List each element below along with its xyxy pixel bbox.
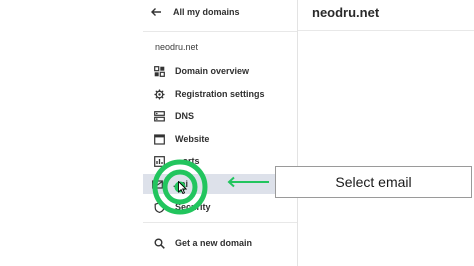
sidebar-item-label: DNS (175, 111, 195, 121)
sidebar-item-dns[interactable]: DNS (145, 106, 295, 126)
website-icon (154, 133, 165, 145)
sidebar-item-website[interactable]: Website (145, 129, 295, 149)
divider (143, 31, 297, 32)
back-to-domains-link[interactable]: All my domains (150, 4, 240, 20)
gear-icon (154, 88, 165, 100)
panel-divider (297, 0, 298, 266)
divider (143, 222, 297, 223)
arrow-left-icon (151, 8, 161, 16)
arrow-left-icon (227, 176, 269, 188)
get-new-domain-link[interactable]: Get a new domain (145, 233, 295, 253)
sidebar-item-label: Website (175, 134, 210, 144)
domain-overview-icon (154, 65, 165, 77)
section-label: neodru.net (155, 42, 199, 52)
divider (298, 30, 474, 31)
sidebar-item-label: Domain overview (175, 66, 250, 76)
search-icon (154, 238, 165, 249)
sidebar-item-label: Registration settings (175, 89, 265, 99)
sidebar: All my domains neodru.net Domain overvie… (0, 0, 297, 266)
sidebar-item-domain-overview[interactable]: Domain overview (145, 61, 295, 81)
mouse-pointer-icon (178, 181, 187, 194)
sidebar-item-label: Get a new domain (175, 238, 253, 248)
instruction-callout: Select email (275, 166, 472, 198)
back-label: All my domains (173, 7, 240, 17)
dns-icon (154, 110, 165, 122)
page-title: neodru.net (312, 5, 380, 20)
sidebar-item-registration-settings[interactable]: Registration settings (145, 84, 295, 104)
